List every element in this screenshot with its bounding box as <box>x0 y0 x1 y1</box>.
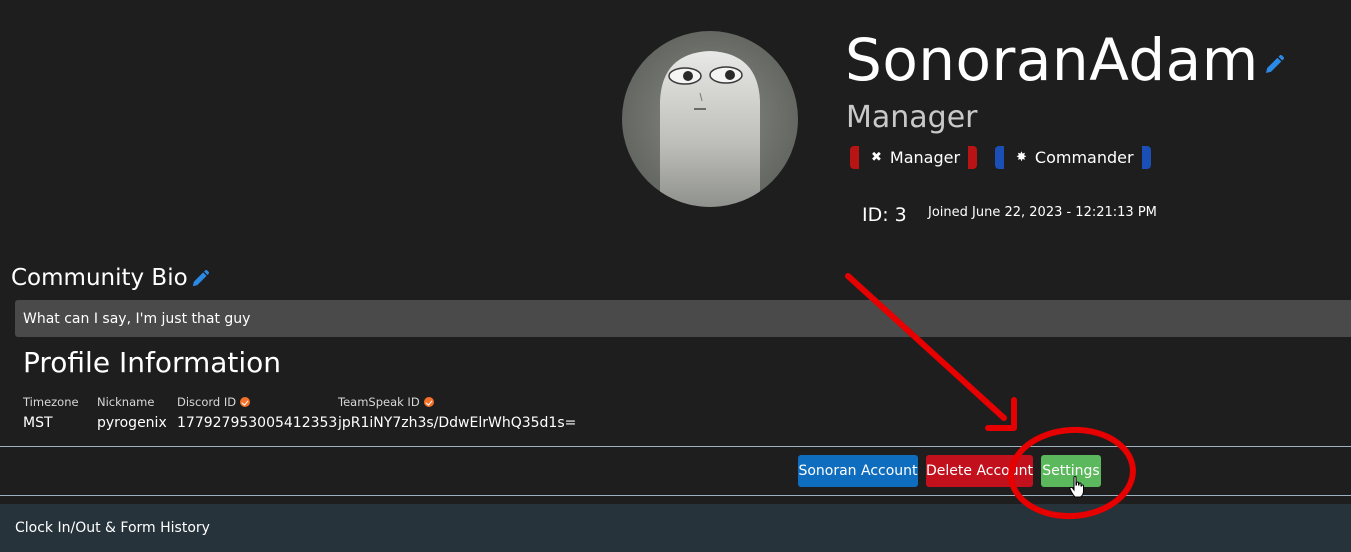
bio-text: What can I say, I'm just that guy <box>23 311 251 327</box>
verified-check-icon <box>240 397 251 407</box>
field-value: 177927953005412353 <box>177 415 338 431</box>
field-timezone: Timezone MST <box>23 395 79 432</box>
annotation-arrow-icon <box>845 273 1017 431</box>
verified-check-icon <box>423 397 434 407</box>
community-bio-heading: Community Bio <box>11 265 188 291</box>
clock-history-section-header[interactable]: Clock In/Out & Form History <box>0 504 1351 552</box>
badge-cap <box>1141 146 1151 169</box>
field-value: pyrogenix <box>97 415 167 431</box>
badge-cap <box>968 146 978 169</box>
field-label: Nickname <box>97 395 155 409</box>
field-value: jpR1iNY7zh3s/DdwElrWhQ35d1s= <box>338 415 577 431</box>
field-value: MST <box>23 415 53 431</box>
badge-commander: ✸ Commander <box>995 146 1151 169</box>
badge-cap <box>995 146 1004 169</box>
field-label: TeamSpeak ID <box>338 395 576 409</box>
sonoran-account-button[interactable]: Sonoran Account <box>798 455 918 487</box>
badge-cap <box>850 146 859 169</box>
badge-manager: ✖ Manager <box>850 146 978 169</box>
field-label: Timezone <box>23 395 79 409</box>
field-label: Discord ID <box>177 395 337 409</box>
joined-date: Joined June 22, 2023 - 12:21:13 PM <box>928 205 1157 220</box>
clock-history-label: Clock In/Out & Form History <box>15 520 210 536</box>
edit-username-icon[interactable] <box>1264 54 1285 75</box>
user-id: ID: 3 <box>862 204 907 226</box>
hand-cursor-icon <box>1069 475 1085 498</box>
username: SonoranAdam <box>845 26 1259 94</box>
bio-box: What can I say, I'm just that guy <box>15 300 1351 337</box>
delete-account-button[interactable]: Delete Account <box>926 455 1033 487</box>
divider <box>0 446 1351 447</box>
star-emblem-icon: ✸ <box>1016 150 1027 165</box>
crosshair-icon: ✖ <box>871 150 882 165</box>
profile-page: SonoranAdam Manager ✖ Manager ✸ Commande… <box>0 0 1351 552</box>
badge-label: Manager <box>889 148 961 167</box>
badge-label: Commander <box>1034 148 1134 167</box>
field-discord-id: Discord ID 177927953005412353 <box>177 395 337 432</box>
edit-bio-icon[interactable] <box>191 269 210 288</box>
avatar <box>622 31 798 207</box>
field-teamspeak-id: TeamSpeak ID jpR1iNY7zh3s/DdwElrWhQ35d1s… <box>338 395 576 432</box>
divider <box>0 495 1351 496</box>
profile-information-heading: Profile Information <box>23 346 282 379</box>
role-title: Manager <box>846 100 978 135</box>
field-nickname: Nickname pyrogenix <box>97 395 167 432</box>
